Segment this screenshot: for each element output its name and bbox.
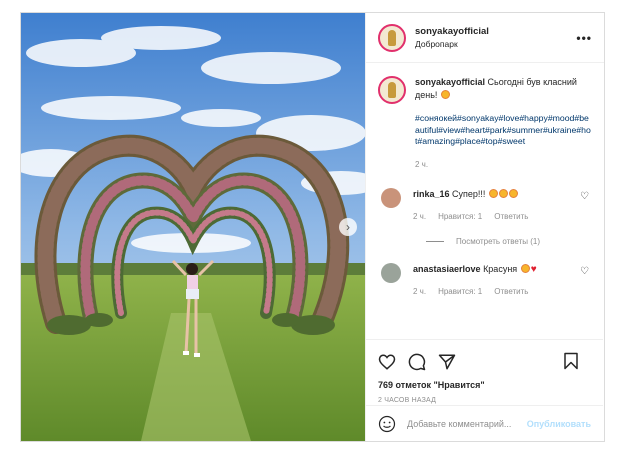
like-comment-heart-icon[interactable]: ♡	[580, 191, 589, 202]
red-heart-emoji-icon: ♥	[530, 263, 537, 275]
comment-text: Супер!!!	[452, 188, 486, 199]
like-heart-icon[interactable]	[378, 353, 396, 371]
star-struck-emoji-icon	[508, 188, 518, 198]
post-actions: 769 отметок "Нравится" 2 ЧАСОВ НАЗАД	[366, 339, 603, 404]
star-struck-emoji-icon	[498, 188, 508, 198]
caption-time: 2 ч.	[415, 159, 429, 169]
comments-section: sonyakayofficial Сьогодні був класний де…	[366, 64, 603, 339]
likes-count[interactable]: 769 отметок "Нравится"	[378, 380, 591, 390]
post-timestamp: 2 ЧАСОВ НАЗАД	[378, 397, 437, 404]
reply-button[interactable]: Ответить	[494, 210, 528, 223]
comment-item: rinka_16 Супер!!! 2 ч. Нравится: 1 Ответ…	[378, 187, 591, 223]
share-send-icon[interactable]	[438, 353, 456, 371]
avatar[interactable]	[378, 23, 406, 52]
avatar[interactable]	[378, 76, 406, 104]
emoji-smiley-icon[interactable]	[378, 415, 396, 433]
star-struck-emoji-icon	[520, 263, 530, 273]
comment-likes[interactable]: Нравится: 1	[438, 285, 482, 298]
comment-time: 2 ч.	[413, 211, 427, 221]
view-replies-label: Посмотреть ответы (1)	[456, 236, 541, 246]
instagram-post: › sonyakayofficial Добропарк ••• sonyaka…	[20, 12, 605, 442]
post-location[interactable]: Добропарк	[415, 39, 489, 49]
post-username[interactable]: sonyakayofficial	[415, 26, 489, 37]
star-struck-emoji-icon	[488, 188, 498, 198]
caption-username[interactable]: sonyakayofficial	[415, 77, 485, 87]
add-comment-bar: Добавьте комментарий... Опубликовать	[366, 405, 603, 441]
photo-heart-arch-park	[21, 13, 365, 441]
post-sidebar: sonyakayofficial Добропарк ••• sonyakayo…	[365, 13, 604, 441]
comment-username[interactable]: anastasiaerlove	[413, 264, 481, 274]
reply-button[interactable]: Ответить	[494, 285, 528, 298]
comment-bubble-icon[interactable]	[408, 353, 426, 371]
next-photo-button[interactable]: ›	[339, 218, 357, 236]
chevron-right-icon: ›	[346, 220, 350, 234]
comment-input[interactable]: Добавьте комментарий...	[407, 419, 527, 429]
view-replies-button[interactable]: Посмотреть ответы (1)	[426, 237, 591, 246]
comment-username[interactable]: rinka_16	[413, 189, 450, 199]
avatar[interactable]	[381, 262, 401, 283]
bookmark-save-icon[interactable]	[563, 352, 579, 370]
caption-hashtags[interactable]: #соняокей#sonyakay#love#happy#mood#beaut…	[415, 113, 591, 148]
comment-item: anastasiaerlove Красуня ♥ 2 ч. Нравится:…	[378, 262, 591, 298]
replies-divider	[426, 240, 444, 242]
post-header: sonyakayofficial Добропарк •••	[366, 13, 604, 63]
avatar[interactable]	[381, 187, 401, 208]
comment-time: 2 ч.	[413, 286, 427, 296]
comment-text: Красуня	[483, 263, 518, 274]
post-caption: sonyakayofficial Сьогодні був класний де…	[378, 76, 591, 171]
comment-likes[interactable]: Нравится: 1	[438, 210, 482, 223]
smiling-face-emoji-icon	[440, 90, 450, 99]
like-comment-heart-icon[interactable]: ♡	[580, 266, 589, 277]
post-photo[interactable]: ›	[21, 13, 365, 441]
publish-button[interactable]: Опубликовать	[527, 419, 591, 429]
more-options-icon[interactable]: •••	[576, 31, 592, 45]
